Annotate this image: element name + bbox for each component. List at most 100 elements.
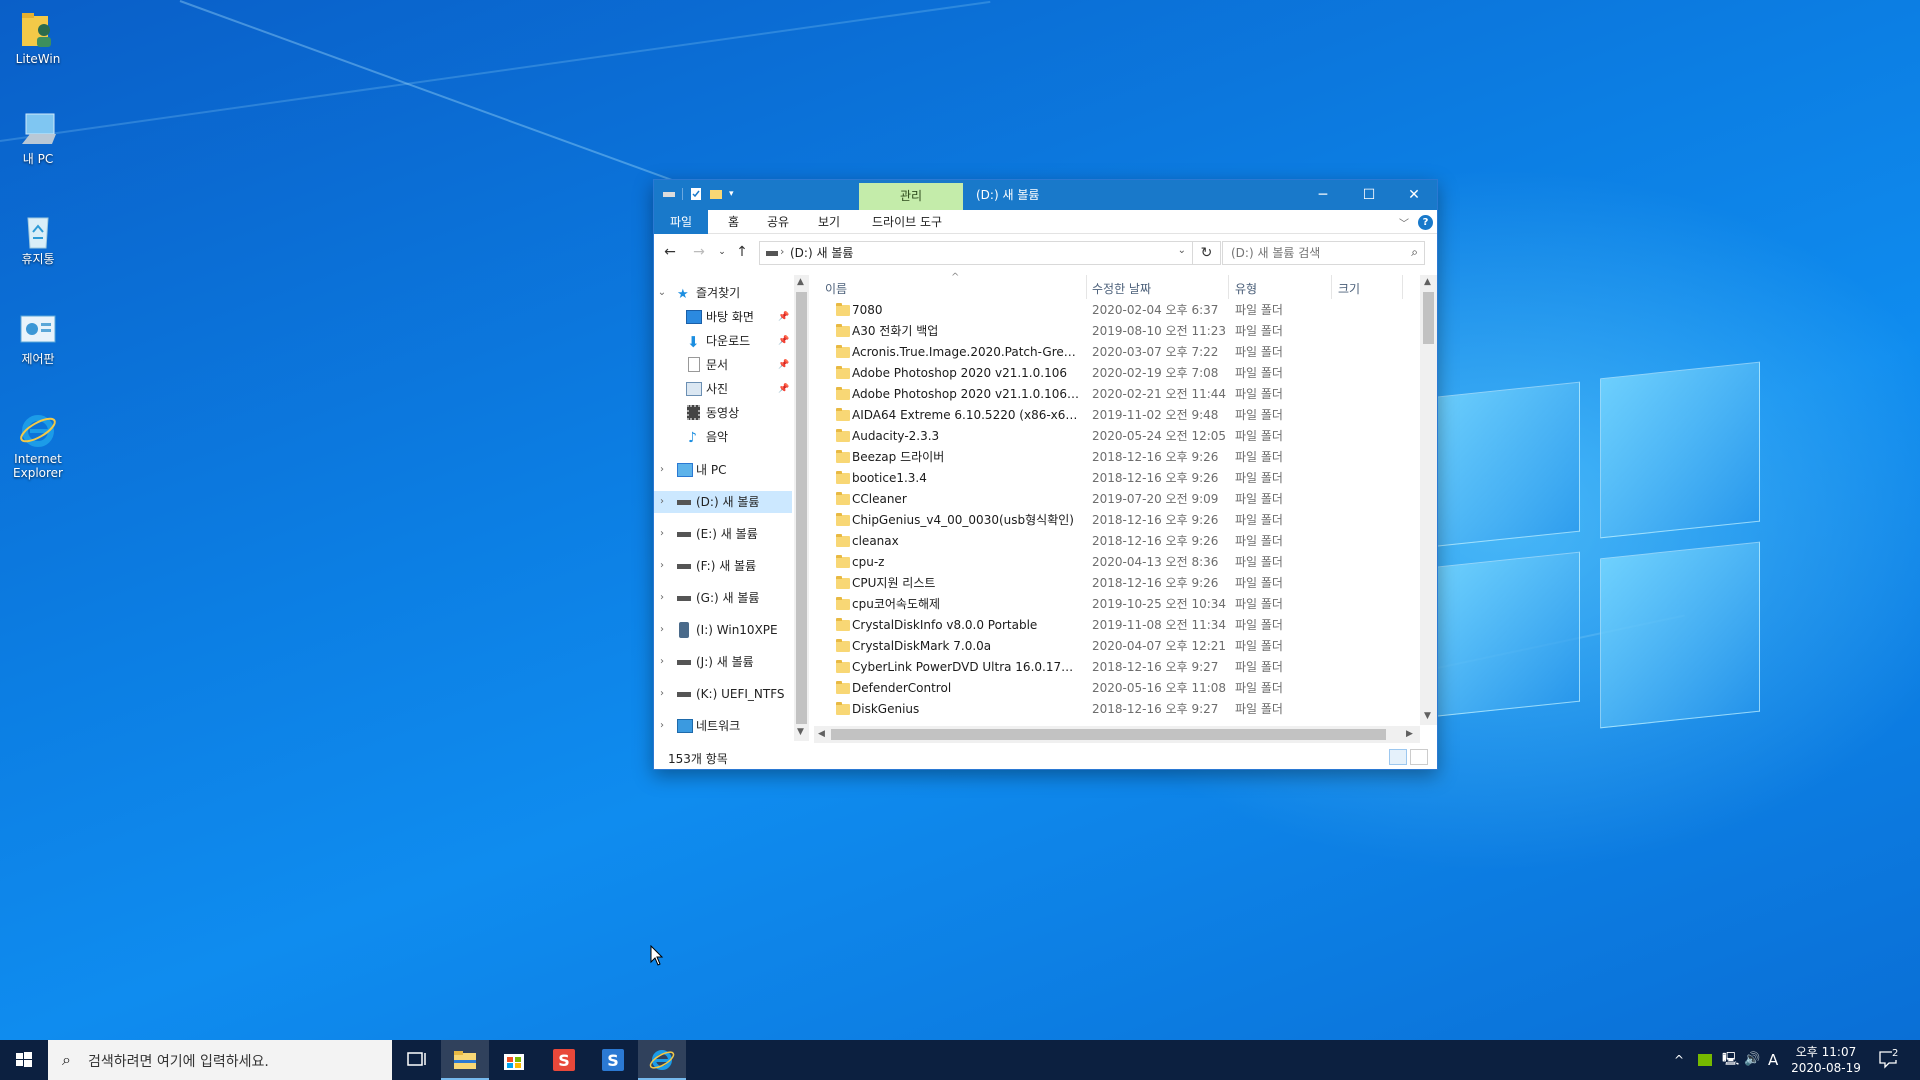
scroll-left-icon[interactable]: ◀ — [818, 729, 825, 739]
nav-item-network[interactable]: › 네트워크 — [654, 715, 792, 737]
title-bar[interactable]: ▾ 관리 (D:) 새 볼륨 ─ ☐ ✕ — [654, 180, 1437, 210]
search-box[interactable]: ⌕ — [1222, 241, 1425, 265]
scroll-down-icon[interactable]: ▼ — [797, 727, 804, 737]
task-view-button[interactable] — [392, 1040, 440, 1080]
file-list-vertical-scrollbar[interactable]: ▲ ▼ — [1420, 275, 1437, 725]
nav-item-quick-access[interactable]: ⌄ ★ 즐겨찾기 — [654, 282, 792, 304]
chevron-right-icon[interactable]: › — [657, 651, 667, 673]
start-button[interactable] — [0, 1040, 48, 1080]
file-row[interactable]: CyberLink PowerDVD Ultra 16.0.1713.6... 2… — [818, 657, 1418, 678]
file-row[interactable]: CCleaner 2019-07-20 오전 9:09 파일 폴더 — [818, 489, 1418, 510]
chevron-right-icon[interactable]: › — [657, 523, 667, 545]
input-method-indicator[interactable]: A — [1768, 1040, 1778, 1080]
column-size[interactable]: 크기 — [1338, 280, 1360, 297]
chevron-right-icon[interactable]: › — [657, 619, 667, 641]
close-button[interactable]: ✕ — [1391, 180, 1437, 210]
context-tab-manage[interactable]: 관리 — [859, 183, 963, 210]
file-row[interactable]: cpu-z 2020-04-13 오전 8:36 파일 폴더 — [818, 552, 1418, 573]
scroll-up-icon[interactable]: ▲ — [1424, 277, 1431, 287]
tab-share[interactable]: 공유 — [755, 210, 801, 234]
volume-icon[interactable]: 🔊 — [1744, 1040, 1760, 1080]
chevron-right-icon[interactable]: › — [657, 715, 667, 737]
nav-item-drive-d[interactable]: › (D:) 새 볼륨 — [654, 491, 792, 513]
action-center-button[interactable]: 2 — [1878, 1040, 1908, 1080]
forward-button[interactable]: → — [691, 244, 707, 260]
nav-item-drive-f[interactable]: › (F:) 새 볼륨 — [654, 555, 792, 577]
file-row[interactable]: Acronis.True.Image.2020.Patch-GreenGn...… — [818, 342, 1418, 363]
file-row[interactable]: Adobe Photoshop 2020 v21.1.0.106 2020-02-… — [818, 363, 1418, 384]
new-folder-icon[interactable] — [709, 187, 723, 201]
chevron-right-icon[interactable]: › — [657, 491, 667, 513]
file-row[interactable]: CPU지원 리스트 2018-12-16 오후 9:26 파일 폴더 — [818, 573, 1418, 594]
customize-qat-icon[interactable]: ▾ — [729, 187, 743, 201]
scroll-right-icon[interactable]: ▶ — [1406, 729, 1413, 739]
taskbar-app-s-red[interactable]: S — [540, 1040, 588, 1080]
file-row[interactable]: cpu코어속도해제 2019-10-25 오전 10:34 파일 폴더 — [818, 594, 1418, 615]
nav-scrollbar[interactable]: ▲ ▼ — [794, 275, 809, 741]
file-row[interactable]: CrystalDiskMark 7.0.0a 2020-04-07 오후 12:2… — [818, 636, 1418, 657]
file-row[interactable]: DiskGenius 2018-12-16 오후 9:27 파일 폴더 — [818, 699, 1418, 719]
chevron-right-icon[interactable]: › — [657, 587, 667, 609]
tab-home[interactable]: 홈 — [716, 210, 751, 234]
nav-item-drive-g[interactable]: › (G:) 새 볼륨 — [654, 587, 792, 609]
desktop-icon-recycle-bin[interactable]: 휴지통 — [0, 210, 76, 266]
file-row[interactable]: A30 전화기 백업 2019-08-10 오전 11:23 파일 폴더 — [818, 321, 1418, 342]
file-row[interactable]: cleanax 2018-12-16 오후 9:26 파일 폴더 — [818, 531, 1418, 552]
scroll-down-icon[interactable]: ▼ — [1424, 711, 1431, 721]
file-row[interactable]: 7080 2020-02-04 오후 6:37 파일 폴더 — [818, 300, 1418, 321]
taskbar-search-placeholder[interactable]: 검색하려면 여기에 입력하세요. — [88, 1051, 269, 1071]
pin-icon[interactable]: 📌 — [778, 378, 789, 400]
scroll-thumb[interactable] — [831, 729, 1386, 740]
nav-item-documents[interactable]: 문서 📌 — [654, 354, 792, 376]
refresh-button[interactable]: ↻ — [1193, 241, 1221, 265]
chevron-right-icon[interactable]: › — [657, 555, 667, 577]
tab-drive-tools[interactable]: 드라이브 도구 — [860, 210, 954, 234]
file-row[interactable]: AIDA64 Extreme 6.10.5220 (x86-x64) B... 2… — [818, 405, 1418, 426]
nav-item-drive-k[interactable]: › (K:) UEFI_NTFS — [654, 683, 792, 705]
desktop-icon-control-panel[interactable]: 제어판 — [0, 310, 76, 366]
address-bar[interactable]: › (D:) 새 볼륨 ⌄ — [759, 241, 1193, 265]
scroll-up-icon[interactable]: ▲ — [797, 277, 804, 287]
tab-view[interactable]: 보기 — [806, 210, 852, 234]
nav-item-this-pc[interactable]: › 내 PC — [654, 459, 792, 481]
help-icon[interactable]: ? — [1418, 215, 1433, 230]
nav-item-pictures[interactable]: 사진 📌 — [654, 378, 792, 400]
file-row[interactable]: ChipGenius_v4_00_0030(usb형식확인) 2018-12-16… — [818, 510, 1418, 531]
expand-ribbon-icon[interactable]: ﹀ — [1399, 215, 1409, 230]
file-row[interactable]: DefenderControl 2020-05-16 오후 11:08 파일 폴더 — [818, 678, 1418, 699]
column-type[interactable]: 유형 — [1235, 280, 1257, 297]
back-button[interactable]: ← — [662, 244, 678, 260]
nav-item-drive-j[interactable]: › (J:) 새 볼륨 — [654, 651, 792, 673]
column-name[interactable]: 이름 — [825, 280, 847, 297]
nav-item-downloads[interactable]: ⬇ 다운로드 📌 — [654, 330, 792, 352]
file-list-horizontal-scrollbar[interactable]: ◀ ▶ — [814, 726, 1420, 743]
desktop-icon-internet-explorer[interactable]: Internet Explorer — [0, 410, 76, 480]
address-dropdown-icon[interactable]: ⌄ — [1178, 245, 1186, 256]
search-icon[interactable]: ⌕ — [1411, 245, 1418, 260]
nav-item-music[interactable]: ♪ 음악 — [654, 426, 792, 448]
large-icons-view-icon[interactable] — [1410, 749, 1428, 765]
nav-item-drive-i[interactable]: › (I:) Win10XPE — [654, 619, 792, 641]
nav-item-drive-e[interactable]: › (E:) 새 볼륨 — [654, 523, 792, 545]
nav-item-desktop[interactable]: 바탕 화면 📌 — [654, 306, 792, 328]
show-hidden-icons-button[interactable]: ^ — [1674, 1040, 1684, 1080]
scroll-thumb[interactable] — [1423, 292, 1434, 344]
minimize-button[interactable]: ─ — [1300, 180, 1346, 210]
nvidia-icon[interactable] — [1698, 1040, 1712, 1080]
file-row[interactable]: Adobe Photoshop 2020 v21.1.0.106 Po... 20… — [818, 384, 1418, 405]
breadcrumb[interactable]: (D:) 새 볼륨 — [790, 242, 853, 264]
desktop-icon-my-pc[interactable]: 내 PC — [0, 110, 76, 166]
nav-item-videos[interactable]: 동영상 — [654, 402, 792, 424]
details-view-icon[interactable] — [1389, 749, 1407, 765]
desktop-icon-litewin[interactable]: LiteWin — [0, 10, 76, 66]
taskbar-file-explorer[interactable] — [441, 1040, 489, 1080]
chevron-down-icon[interactable]: ⌄ — [657, 282, 667, 304]
file-row[interactable]: Audacity-2.3.3 2020-05-24 오전 12:05 파일 폴더 — [818, 426, 1418, 447]
taskbar-search-box[interactable]: ⌕ 검색하려면 여기에 입력하세요. — [48, 1040, 392, 1080]
taskbar-internet-explorer[interactable] — [638, 1040, 686, 1080]
tab-file[interactable]: 파일 — [654, 210, 708, 234]
chevron-right-icon[interactable]: › — [657, 683, 667, 705]
taskbar-store[interactable] — [490, 1040, 538, 1080]
column-date[interactable]: 수정한 날짜 — [1092, 280, 1151, 297]
up-button[interactable]: ↑ — [734, 244, 750, 260]
